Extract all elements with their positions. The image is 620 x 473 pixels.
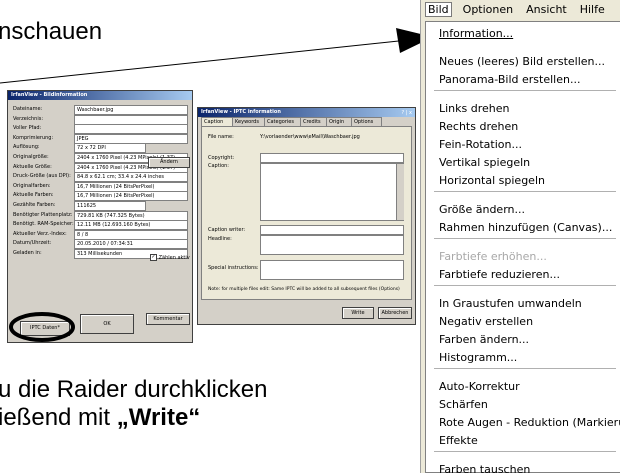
menu-separator [434, 191, 616, 192]
menu-item-16[interactable]: Auto-Korrektur [439, 379, 520, 395]
headline-field[interactable] [260, 235, 404, 255]
copyright-field[interactable] [260, 153, 404, 163]
menu-item-11[interactable]: Farbtiefe reduzieren... [439, 267, 560, 283]
cancel-button[interactable]: Abbrechen [378, 307, 412, 319]
file-name-label: File name: [208, 134, 234, 140]
image-menu: Bild Optionen Ansicht Hilfe Information... N… [420, 0, 620, 473]
menu-item-2[interactable]: Panorama-Bild erstellen... [439, 72, 580, 88]
menu-item-19[interactable]: Effekte [439, 433, 478, 449]
menu-separator [434, 90, 616, 91]
caption-textarea[interactable] [260, 163, 404, 221]
menu-item-6[interactable]: Vertikal spiegeln [439, 155, 530, 171]
menu-item-18[interactable]: Rote Augen - Reduktion (Markierung [439, 415, 620, 431]
caption-scrollbar[interactable] [396, 164, 404, 220]
menu-item-5[interactable]: Fein-Rotation... [439, 137, 522, 153]
menubar-item-0[interactable]: Bild [425, 2, 452, 17]
special-instructions-label: Special instructions: [208, 265, 259, 271]
special-instructions-field[interactable] [260, 260, 404, 280]
menu-item-10: Farbtiefe erhöhen... [439, 250, 547, 263]
menu-separator [434, 451, 616, 452]
menu-item-3[interactable]: Links drehen [439, 101, 510, 117]
menu-item-17[interactable]: Schärfen [439, 397, 488, 413]
headline-label: Headline: [208, 236, 232, 242]
menu-separator [434, 368, 616, 369]
menu-item-15[interactable]: Histogramm... [439, 350, 517, 366]
menubar-item-3[interactable]: Hilfe [578, 2, 607, 17]
menu-separator [434, 238, 616, 239]
menubar-item-1[interactable]: Optionen [461, 2, 515, 17]
iptc-dialog-title: IrfanView - IPTC information [198, 108, 415, 117]
menu-item-7[interactable]: Horizontal spiegeln [439, 173, 545, 189]
menu-item-4[interactable]: Rechts drehen [439, 119, 518, 135]
menu-item-8[interactable]: Größe ändern... [439, 202, 525, 218]
menu-item-9[interactable]: Rahmen hinzufügen (Canvas)... [439, 220, 612, 236]
iptc-tab-panel: File name: Y:\vorlaender\www\eMail\Wasch… [201, 126, 412, 300]
caption-writer-label: Caption writer: [208, 227, 246, 233]
menu-item-14[interactable]: Farben ändern... [439, 332, 529, 348]
menu-item-0[interactable]: Information... [439, 26, 513, 42]
iptc-dialog: IrfanView - IPTC information ? | x Capti… [197, 107, 416, 325]
menu-separator [434, 285, 616, 286]
menu-item-13[interactable]: Negativ erstellen [439, 314, 533, 330]
image-menu-dropdown: Information... Neues (leeres) Bild erstel… [425, 21, 620, 473]
menu-item-20[interactable]: Farben tauschen [439, 462, 530, 473]
file-name-value: Y:\vorlaender\www\eMail\Waschbaer.jpg [260, 134, 360, 140]
menu-bar: Bild Optionen Ansicht Hilfe [421, 0, 620, 19]
caption-label: Caption: [208, 163, 229, 169]
menu-item-1[interactable]: Neues (leeres) Bild erstellen... [439, 54, 605, 70]
caption-writer-field[interactable] [260, 225, 404, 235]
menu-item-12[interactable]: In Graustufen umwandeln [439, 296, 582, 312]
menubar-item-2[interactable]: Ansicht [524, 2, 569, 17]
iptc-close-controls[interactable]: ? | x [402, 110, 412, 116]
write-button[interactable]: Write [342, 307, 374, 319]
copyright-label: Copyright: [208, 155, 235, 161]
multi-file-note: Note: for multiple files edit: Same IPTC… [208, 287, 400, 292]
